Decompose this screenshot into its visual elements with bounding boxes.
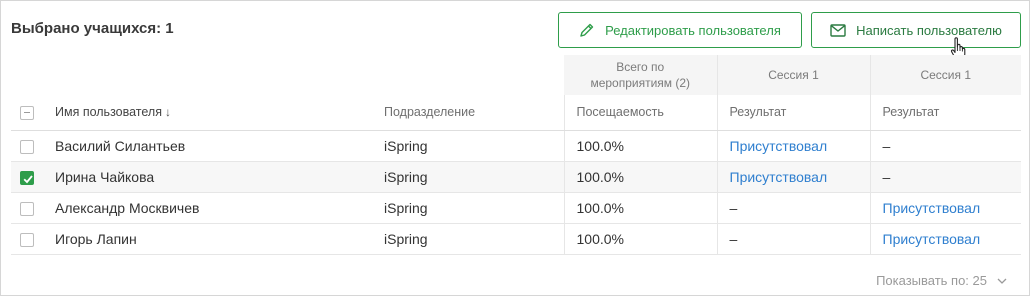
envelope-icon xyxy=(830,23,846,37)
page-size-select[interactable]: Показывать по: 25 xyxy=(876,273,1007,288)
user-name: Игорь Лапин xyxy=(44,223,384,255)
column-attendance-header[interactable]: Посещаемость xyxy=(563,95,717,131)
select-all-checkbox[interactable] xyxy=(20,105,34,120)
result-a-link[interactable]: Присутствовал xyxy=(716,130,870,162)
row-checkbox[interactable] xyxy=(20,232,34,247)
column-result-b-header[interactable]: Результат xyxy=(869,95,1021,131)
selected-count: Выбрано учащихся: 1 xyxy=(11,20,174,37)
result-a-value: – xyxy=(716,192,870,224)
pencil-icon xyxy=(580,23,594,37)
check-icon xyxy=(23,175,33,183)
result-b-value: – xyxy=(869,130,1021,162)
result-b-link[interactable]: Присутствовал xyxy=(869,192,1021,224)
table-row[interactable]: Ирина Чайкова iSpring 100.0% Присутствов… xyxy=(11,161,1021,193)
page-size-label: Показывать по: 25 xyxy=(876,273,987,288)
chevron-down-icon xyxy=(997,278,1007,284)
user-department: iSpring xyxy=(384,223,564,255)
user-attendance: 100.0% xyxy=(563,192,717,224)
user-department: iSpring xyxy=(384,130,564,162)
user-department: iSpring xyxy=(384,161,564,193)
group-header-total: Всего по мероприятиям (2) xyxy=(564,55,717,95)
table-row[interactable]: Василий Силантьев iSpring 100.0% Присутс… xyxy=(11,130,1021,162)
group-header-session-1: Сессия 1 xyxy=(716,55,870,95)
column-name-header[interactable]: Имя пользователя ↓ xyxy=(44,95,384,131)
edit-user-button-label: Редактировать пользователя xyxy=(605,22,781,38)
result-a-value: – xyxy=(716,223,870,255)
row-checkbox[interactable] xyxy=(20,139,34,154)
edit-user-button[interactable]: Редактировать пользователя xyxy=(558,12,802,48)
group-header-session-2: Сессия 1 xyxy=(869,55,1021,95)
table-row[interactable]: Александр Москвичев iSpring 100.0% – При… xyxy=(11,192,1021,224)
row-checkbox[interactable] xyxy=(20,201,34,216)
user-name: Александр Москвичев xyxy=(44,192,384,224)
user-name: Ирина Чайкова xyxy=(44,161,384,193)
table-row[interactable]: Игорь Лапин iSpring 100.0% – Присутствов… xyxy=(11,223,1021,255)
write-user-button-label: Написать пользователю xyxy=(856,22,1002,38)
write-user-button[interactable]: Написать пользователю xyxy=(811,12,1021,48)
user-attendance: 100.0% xyxy=(563,223,717,255)
result-b-value: – xyxy=(869,161,1021,193)
users-table: Всего по мероприятиям (2) Сессия 1 Сесси… xyxy=(11,55,1021,255)
user-name: Василий Силантьев xyxy=(44,130,384,162)
column-result-a-header[interactable]: Результат xyxy=(716,95,870,131)
user-attendance: 100.0% xyxy=(563,161,717,193)
row-checkbox[interactable] xyxy=(20,170,34,185)
column-name-label: Имя пользователя xyxy=(55,105,162,120)
arrow-down-icon: ↓ xyxy=(164,105,171,120)
result-a-link[interactable]: Присутствовал xyxy=(716,161,870,193)
column-department-header[interactable]: Подразделение xyxy=(384,95,564,131)
result-b-link[interactable]: Присутствовал xyxy=(869,223,1021,255)
user-department: iSpring xyxy=(384,192,564,224)
user-attendance: 100.0% xyxy=(563,130,717,162)
